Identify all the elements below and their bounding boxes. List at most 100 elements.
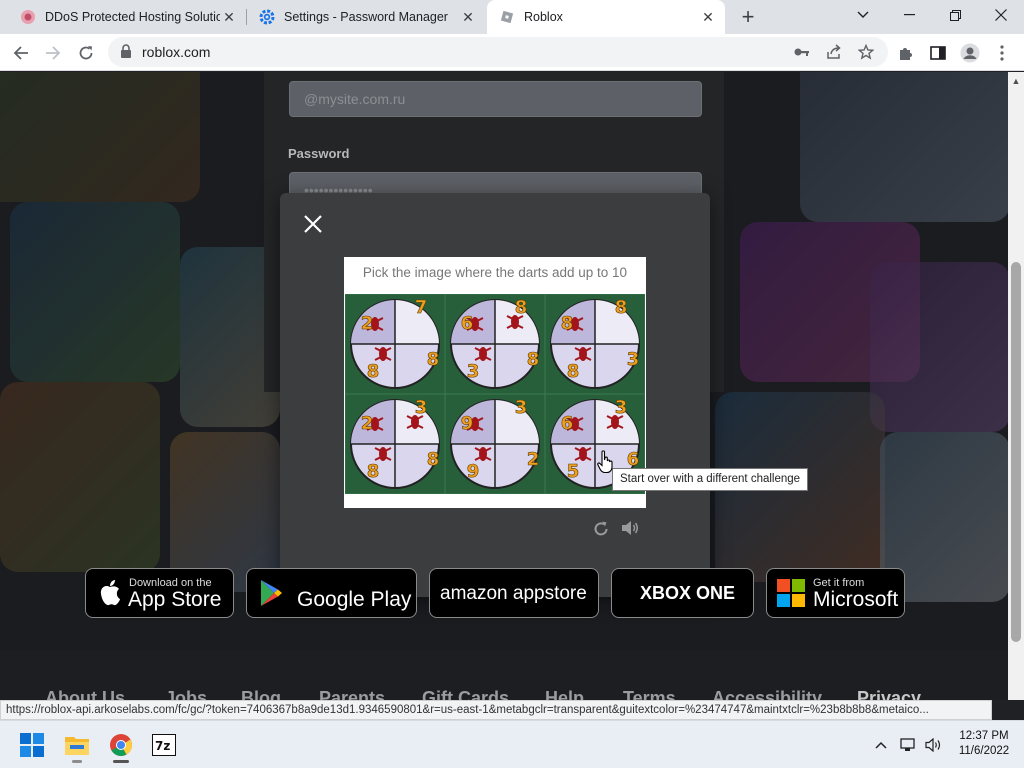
dart-score-number: 9: [467, 461, 480, 482]
microsoft-text: Microsoft: [813, 588, 899, 611]
footer-link-parents[interactable]: Parents: [319, 688, 385, 700]
dart-score-number: 3: [515, 397, 528, 418]
apple-icon: [100, 580, 120, 606]
new-tab-button[interactable]: +: [736, 4, 760, 29]
file-explorer-icon[interactable]: [59, 727, 95, 763]
menu-kebab-icon[interactable]: [989, 40, 1015, 66]
dart-score-number: 8: [615, 297, 628, 318]
address-bar[interactable]: roblox.com: [108, 37, 888, 67]
roblox-page: @mysite.com.ru Password •••••••••••••• P…: [0, 72, 1008, 700]
google-play-icon: [261, 580, 282, 606]
network-icon[interactable]: [899, 735, 919, 755]
reload-challenge-icon[interactable]: [592, 520, 610, 538]
tab-title: Roblox: [524, 10, 563, 24]
tab-title: DDoS Protected Hosting Solutions: [45, 10, 220, 24]
dart-score-number: 8: [515, 297, 528, 318]
volume-icon[interactable]: [924, 735, 944, 755]
close-icon[interactable]: [302, 213, 324, 235]
footer-link-terms[interactable]: Terms: [623, 688, 676, 700]
dart-score-number: 6: [461, 313, 474, 334]
reload-icon[interactable]: [73, 40, 99, 66]
captcha-tile[interactable]: 8 8 3 8: [545, 294, 645, 394]
captcha-tile[interactable]: 6 8 8 3: [445, 294, 545, 394]
footer-link-about[interactable]: About Us: [45, 688, 125, 700]
dart-score-number: 3: [615, 397, 628, 418]
dart-score-number: 8: [367, 461, 380, 482]
footer-link-jobs[interactable]: Jobs: [165, 688, 207, 700]
lock-icon[interactable]: [120, 44, 132, 63]
forward-arrow-icon[interactable]: [40, 40, 66, 66]
site-favicon: [20, 9, 36, 25]
audio-challenge-icon[interactable]: [620, 519, 640, 537]
roblox-favicon: [499, 9, 515, 25]
status-url-bar: https://roblox-api.arkoselabs.com/fc/gc/…: [0, 700, 992, 720]
app-store-badge[interactable]: Download on the App Store: [85, 568, 234, 618]
dart-score-number: 8: [561, 313, 574, 334]
microsoft-store-badge[interactable]: Get it from Microsoft: [766, 568, 905, 618]
windows-taskbar: 7z 12:37 PM 11/6/2022: [0, 720, 1024, 768]
footer-link-accessibility[interactable]: Accessibility: [712, 688, 822, 700]
amazon-appstore-text: amazon appstore: [440, 583, 587, 604]
dart-score-number: 9: [461, 413, 474, 434]
dart-score-number: 8: [567, 361, 580, 382]
google-play-text: Google Play: [297, 588, 412, 611]
amazon-appstore-badge[interactable]: amazon appstore: [429, 568, 599, 618]
dart-score-number: 3: [627, 349, 640, 370]
dart-score-number: 2: [361, 313, 374, 334]
scrollbar-thumb[interactable]: [1011, 262, 1021, 642]
dart-score-number: 7: [415, 297, 428, 318]
tab-roblox[interactable]: Roblox ✕: [487, 0, 725, 34]
restore-button[interactable]: [932, 0, 978, 30]
clock-time: 12:37 PM: [959, 730, 1009, 742]
system-clock[interactable]: 12:37 PM 11/6/2022: [950, 729, 1018, 759]
chrome-icon[interactable]: [103, 727, 139, 763]
show-hidden-icons-icon[interactable]: [871, 735, 891, 755]
page-scrollbar[interactable]: ▲: [1008, 72, 1024, 700]
dart-score-number: 8: [427, 449, 440, 470]
footer-link-gift-cards[interactable]: Gift Cards: [422, 688, 509, 700]
captcha-tile[interactable]: 2 7 8 8: [345, 294, 445, 394]
close-tab-icon[interactable]: ✕: [220, 8, 238, 26]
svg-text:7z: 7z: [155, 739, 170, 753]
share-icon[interactable]: [824, 42, 844, 62]
captcha-prompt: Pick the image where the darts add up to…: [362, 265, 628, 280]
app-store-text: App Store: [128, 588, 222, 611]
tooltip: Start over with a different challenge: [612, 468, 809, 491]
dart-score-number: 3: [467, 361, 480, 382]
username-field[interactable]: @mysite.com.ru: [289, 81, 702, 117]
close-tab-icon[interactable]: ✕: [459, 8, 477, 26]
dart-score-number: 2: [361, 413, 374, 434]
google-play-badge[interactable]: Google Play: [246, 568, 417, 618]
dart-score-number: 3: [415, 397, 428, 418]
side-panel-icon[interactable]: [925, 40, 951, 66]
tab-title: Settings - Password Manager: [284, 10, 448, 24]
tab-search-icon[interactable]: [840, 0, 886, 30]
windows-start-icon[interactable]: [14, 727, 50, 763]
dart-score-number: 8: [527, 349, 540, 370]
tab-ddos-hosting[interactable]: DDoS Protected Hosting Solutions ✕: [8, 0, 247, 34]
scroll-up-arrow-icon[interactable]: ▲: [1011, 76, 1021, 86]
minimize-button[interactable]: [886, 0, 932, 30]
xbox-text: XBOX ONE: [640, 583, 736, 603]
key-icon[interactable]: [792, 42, 812, 62]
gear-icon: [259, 9, 275, 25]
footer-link-privacy[interactable]: Privacy: [857, 688, 921, 700]
captcha-tile[interactable]: 9 3 2 9: [445, 394, 545, 494]
footer-link-blog[interactable]: Blog: [241, 688, 281, 700]
bookmark-star-icon[interactable]: [856, 42, 876, 62]
tab-password-manager[interactable]: Settings - Password Manager ✕: [247, 0, 485, 34]
7zip-icon[interactable]: 7z: [146, 727, 182, 763]
dart-score-number: 6: [561, 413, 574, 434]
back-arrow-icon[interactable]: [8, 40, 34, 66]
close-window-button[interactable]: [978, 0, 1024, 30]
xbox-badge[interactable]: XBOX ONE: [611, 568, 754, 618]
close-tab-icon[interactable]: ✕: [699, 8, 717, 26]
extensions-puzzle-icon[interactable]: [893, 40, 919, 66]
tab-strip: DDoS Protected Hosting Solutions ✕ Setti…: [0, 0, 1024, 34]
captcha-tile[interactable]: 2 3 8 8: [345, 394, 445, 494]
microsoft-logo-icon: [777, 579, 805, 607]
dart-score-number: 8: [367, 361, 380, 382]
footer-link-help[interactable]: Help: [545, 688, 584, 700]
dart-score-number: 5: [567, 461, 580, 482]
profile-avatar-icon[interactable]: [957, 40, 983, 66]
